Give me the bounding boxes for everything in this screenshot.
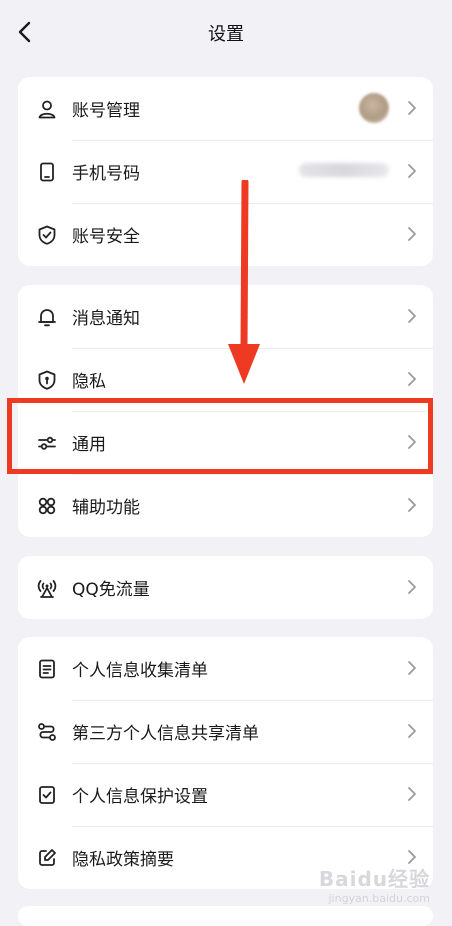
document-list-icon [39, 659, 55, 679]
watermark-text: Baidu经验 [318, 867, 430, 891]
shield-check-icon [38, 225, 56, 245]
settings-item-label: 个人信息保护设置 [72, 787, 208, 807]
settings-item-accessibility[interactable]: 辅助功能 [18, 474, 433, 537]
settings-item-label: 账号管理 [72, 101, 140, 121]
annotation-arrow-icon [228, 180, 260, 384]
settings-item-label: 账号安全 [72, 227, 140, 247]
page-title: 设置 [208, 24, 244, 45]
watermark: Baidu经验 jingyan.baidu.com [319, 863, 430, 905]
settings-item-label: 辅助功能 [72, 498, 140, 518]
settings-item-label: 个人信息收集清单 [72, 661, 208, 681]
chevron-right-icon [408, 498, 416, 512]
avatar [359, 93, 389, 123]
chevron-right-icon [408, 227, 416, 241]
bell-icon [38, 309, 56, 327]
settings-item-label: 消息通知 [72, 309, 140, 329]
settings-item-label: QQ免流量 [72, 580, 150, 600]
grid-icon [38, 497, 56, 515]
settings-item-info-protection-settings[interactable]: 个人信息保护设置 [18, 763, 433, 826]
person-icon [38, 100, 56, 119]
chevron-right-icon [408, 309, 416, 323]
chevron-right-icon [408, 787, 416, 801]
settings-group-personal-info: 个人信息收集清单 第三方个人信息共享清单 个人信息保护设置 隐私政策摘要 [18, 637, 433, 889]
settings-item-account-management[interactable]: 账号管理 [18, 77, 433, 140]
settings-item-label: 隐私 [72, 372, 106, 392]
chevron-right-icon [408, 661, 416, 675]
settings-item-qq-free-data[interactable]: QQ免流量 [18, 556, 433, 619]
chevron-right-icon [408, 101, 416, 115]
settings-item-label: 第三方个人信息共享清单 [72, 724, 259, 744]
phone-number-value [299, 163, 389, 177]
settings-group-next [18, 906, 433, 926]
phone-icon [40, 162, 54, 182]
checkbox-icon [39, 786, 55, 804]
chevron-right-icon [408, 580, 416, 594]
watermark-subtext: jingyan.baidu.com [328, 892, 430, 905]
settings-group-data-plan: QQ免流量 [18, 556, 433, 619]
settings-item-info-collection-list[interactable]: 个人信息收集清单 [18, 637, 433, 700]
settings-item-third-party-sharing-list[interactable]: 第三方个人信息共享清单 [18, 700, 433, 763]
share-flow-icon [38, 723, 56, 741]
edit-icon [39, 849, 56, 866]
nav-header: 设置 [0, 0, 452, 64]
chevron-right-icon [408, 164, 416, 178]
chevron-right-icon [408, 724, 416, 738]
privacy-shield-icon [38, 370, 56, 390]
settings-item-label: 隐私政策摘要 [72, 850, 174, 870]
signal-tower-icon [37, 580, 57, 598]
chevron-right-icon [408, 372, 416, 386]
annotation-highlight-box [7, 398, 433, 474]
settings-item-label: 手机号码 [72, 164, 140, 184]
